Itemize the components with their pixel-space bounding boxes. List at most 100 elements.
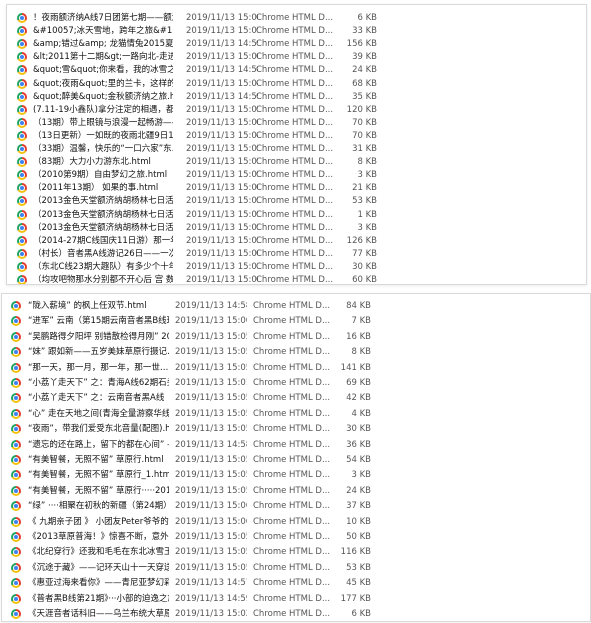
file-type: Chrome HTML D... (256, 183, 334, 194)
file-row[interactable]: “遗忘的还在路上，留下的都在心间” —… 2019/11/13 14:58 Chro… (2, 439, 590, 452)
file-row[interactable]: （2013金色天堂额济纳胡杨林七日活动… 2019/11/13 15:05Chro… (7, 209, 586, 222)
file-name: &quot;夜雨&quot;里的兰卡，这样的组… (33, 78, 173, 89)
file-name: （2013金色天堂额济纳胡杨林七日活动… (33, 196, 173, 207)
file-name: “小荔丫走天下” 之：云南音者黑A线（… (28, 393, 169, 404)
file-name: （83期）大力小力游东北.html (33, 157, 151, 168)
file-date: 2019/11/13 15:05 (186, 104, 258, 115)
file-row[interactable]: &quot;夜雨&quot;里的兰卡，这样的组… 2019/11/13 15:04… (7, 78, 586, 91)
file-row[interactable]: 《北纪穿行》还我和毛毛在东北冰雪王国…2019/11/13 15:05Chrom… (2, 546, 590, 559)
file-size: 36 KB (346, 439, 371, 450)
file-row[interactable]: “陇入薪境” 的枫上任双节.html 2019/11/13 14:58 Chrome… (2, 300, 590, 313)
file-name: （村长）音者黑A线游记26日——一次美丽… (33, 248, 173, 259)
file-row[interactable]: （东北C线23期大趣队）有多少个十年可… 2019/11/13 15:03Chro… (7, 261, 586, 274)
file-row[interactable]: （33期）温馨，快乐的“一口六家”东… 2019/11/13 15:05 Chrom… (7, 143, 586, 156)
file-date: 2019/11/13 14:59 (175, 593, 247, 604)
file-row[interactable]: 《 九期亲子团 》 小团友Peter爷爷的附…2019/11/13 15:06C… (2, 516, 590, 529)
file-name: “绿” ····相聚在初秋的新疆（第24期）… (28, 501, 169, 512)
file-date: 2019/11/13 15:05 (175, 532, 247, 542)
file-date: 2019/11/13 15:05 (175, 347, 247, 358)
file-date: 2019/11/13 15:05 (175, 562, 247, 573)
file-row[interactable]: “有美智餐，无照不留” 草原行·····2014… 2019/11/13 15:0… (2, 485, 590, 498)
file-type: Chrome HTML D... (256, 117, 334, 128)
file-date: 2019/11/13 15:04 (186, 78, 258, 89)
file-row[interactable]: “妹” 跟如新——五岁美妹草原行摄记… 2019/11/13 15:05 Chrom… (2, 346, 590, 359)
file-date: 2019/11/13 15:06 (175, 516, 247, 527)
chrome-html-file-icon (11, 301, 21, 311)
file-date: 2019/11/13 15:00 (175, 316, 247, 327)
file-name: （2014-27期C线国庆11日游）那一年那… (33, 235, 173, 246)
file-type: Chrome HTML D... (256, 39, 334, 50)
chrome-html-file-icon (17, 39, 27, 50)
file-date: 2019/11/13 15:05 (175, 455, 247, 465)
file-row[interactable]: “心” 走在天地之间(青海全量游察华线… 2019/11/13 15:05 Chro… (2, 408, 590, 421)
chrome-html-file-icon (17, 91, 27, 102)
file-type: Chrome HTML D... (256, 144, 334, 154)
file-name: （东北C线23期大趣队）有多少个十年可… (33, 261, 173, 272)
file-type: Chrome HTML D... (256, 196, 334, 207)
file-row[interactable]: (7.11-19小鑫队)拿分注定的相遇，都会… 2019/11/13 15:05C… (7, 104, 586, 117)
file-row[interactable]: ！夜雨额济纳A线7日团第七期——额济纳Ð… 2019/11/13 15:06Chr… (7, 12, 586, 25)
chrome-html-file-icon (11, 516, 21, 527)
file-row[interactable]: （2011年13期） 如果的事.html 2019/11/13 15:06 Chro… (7, 182, 586, 195)
file-size: 54 KB (346, 455, 371, 465)
file-date: 2019/11/13 14:59 (186, 91, 258, 102)
file-row[interactable]: “有美智餐，无照不留” 草原行.html 2019/11/13 15:05 Chro… (2, 454, 590, 467)
file-date: 2019/11/13 15:00 (186, 248, 258, 259)
file-date: 2019/11/13 15:05 (186, 170, 258, 181)
file-row[interactable]: （83期）大力小力游东北.html 2019/11/13 15:05 Chrome … (7, 156, 586, 169)
file-type: Chrome HTML D... (256, 222, 334, 233)
file-name: “遗忘的还在路上，留下的都在心间” —… (28, 439, 169, 450)
file-row[interactable]: “绿” ····相聚在初秋的新疆（第24期）… 2019/11/13 15:06 C… (2, 500, 590, 513)
file-row[interactable]: （均攻吧物那水分别都不开心后 宫 数是开… 2019/11/13 15:06Chr… (7, 274, 586, 285)
file-row[interactable]: “那一天，那一月，那一年，那一世… 2019/11/13 15:05 Chrome … (2, 362, 590, 375)
chrome-html-file-icon (11, 562, 21, 573)
file-size: 8 KB (357, 157, 377, 168)
chrome-html-file-icon (17, 78, 27, 89)
file-row[interactable]: （13期）带上眼镜与浪漫一起畅游——… 2019/11/13 15:06 Chrom… (7, 117, 586, 130)
file-name: “夜雨”，带我们爱受东北音量(配图).htm (28, 424, 169, 435)
file-size: 16 KB (346, 331, 371, 342)
chrome-html-file-icon (11, 439, 21, 450)
file-row[interactable]: “有美智餐，无照不留” 草原行_1.html 2019/11/13 15:05 Ch… (2, 469, 590, 482)
file-row[interactable]: 《沉途于藏》——记环天山十一天穿送… 2019/11/13 15:05 Chrome… (2, 562, 590, 575)
file-row[interactable]: （2013金色天堂额济纳胡杨林七日活动… 2019/11/13 15:05Chro… (7, 222, 586, 235)
file-date: 2019/11/13 15:05 (186, 222, 258, 233)
file-name: “那一天，那一月，那一年，那一世… (28, 362, 169, 373)
chrome-html-file-icon (11, 378, 21, 388)
file-row[interactable]: “小荔丫走天下” 之：青海A线62期石头… 2019/11/13 15:01 Chr… (2, 377, 590, 390)
file-row[interactable]: &amp;错过&amp; 龙猫情兔2015夏之… 2019/11/13 14:59… (7, 38, 586, 51)
file-date: 2019/11/13 14:58 (175, 439, 247, 450)
file-row[interactable]: 《2013草原普海！》惊喜不断，意外连…2019/11/13 15:05Chro… (2, 531, 590, 544)
file-size: 37 KB (346, 501, 371, 512)
file-date: 2019/11/13 14:59 (186, 39, 258, 50)
chrome-html-file-icon (11, 593, 21, 604)
file-row[interactable]: （2014-27期C线国庆11日游）那一年那… 2019/11/13 15:05C… (7, 235, 586, 248)
file-row[interactable]: 《普者黑B线第21期》···小部的迫逸之旅… 2019/11/13 14:59 Ch… (2, 593, 590, 606)
file-row[interactable]: “吴鹏路得夕阳坪 别错散检得月刚” 201…2019/11/13 15:05Ch… (2, 331, 590, 344)
chrome-html-file-icon (17, 183, 27, 194)
file-row[interactable]: 《天涯音者话科旧——乌兰布统大草原… 2019/11/13 15:02 Chrome… (2, 608, 590, 621)
file-row[interactable]: &quot;雪&quot;你来看，我的冰雪之旅（东… 2019/11/13 14:… (7, 64, 586, 77)
chrome-html-file-icon (17, 261, 27, 272)
file-row[interactable]: 《惠亚过海来看你》——青尼亚梦幻彩… 2019/11/13 14:57 Chrome… (2, 577, 590, 590)
chrome-html-file-icon (17, 170, 27, 181)
file-row[interactable]: “进军” 云南（第15期云南音者黑B线球… 2019/11/13 15:00 Chr… (2, 315, 590, 328)
file-name: “陇入薪境” 的枫上任双节.html (28, 301, 147, 311)
file-row[interactable]: “夜雨”，带我们爱受东北音量(配图).htm 2019/11/13 15:05 Ch… (2, 423, 590, 436)
file-row[interactable]: （2010第9期）自由梦幻之旅.html 2019/11/13 15:05 Chro… (7, 169, 586, 182)
file-date: 2019/11/13 15:06 (186, 183, 258, 194)
file-row[interactable]: （13日更新）一如既的夜雨北疆9日12… 2019/11/13 15:04 Chro… (7, 130, 586, 143)
file-name: &#10057;冰天雪地，跨年之旅&#10057;… (33, 26, 173, 37)
file-size: 126 KB (346, 235, 377, 246)
file-size: 60 KB (352, 275, 377, 285)
file-name: “妹” 跟如新——五岁美妹草原行摄记… (28, 347, 169, 358)
file-row[interactable]: （2013金色天堂额济纳胡杨林七日活动… 2019/11/13 15:05Chro… (7, 195, 586, 208)
file-row[interactable]: “小荔丫走天下” 之：云南音者黑A线（… 2019/11/13 15:05 Chro… (2, 392, 590, 405)
file-row[interactable]: &quot;醉美&quot;金秋额济纳之旅.html 2019/11/13 14:… (7, 91, 586, 104)
file-row[interactable]: （村长）音者黑A线游记26日——一次美丽… 2019/11/13 15:00Chr… (7, 248, 586, 261)
file-size: 156 KB (346, 39, 377, 50)
file-row[interactable]: &lt;2011第十二期&gt;一路向北-走进那… 2019/11/13 15:0… (7, 51, 586, 64)
file-row[interactable]: &#10057;冰天雪地，跨年之旅&#10057;… 2019/11/13 15:… (7, 25, 586, 38)
file-type: Chrome HTML D... (256, 13, 334, 23)
chrome-html-file-icon (11, 532, 21, 542)
